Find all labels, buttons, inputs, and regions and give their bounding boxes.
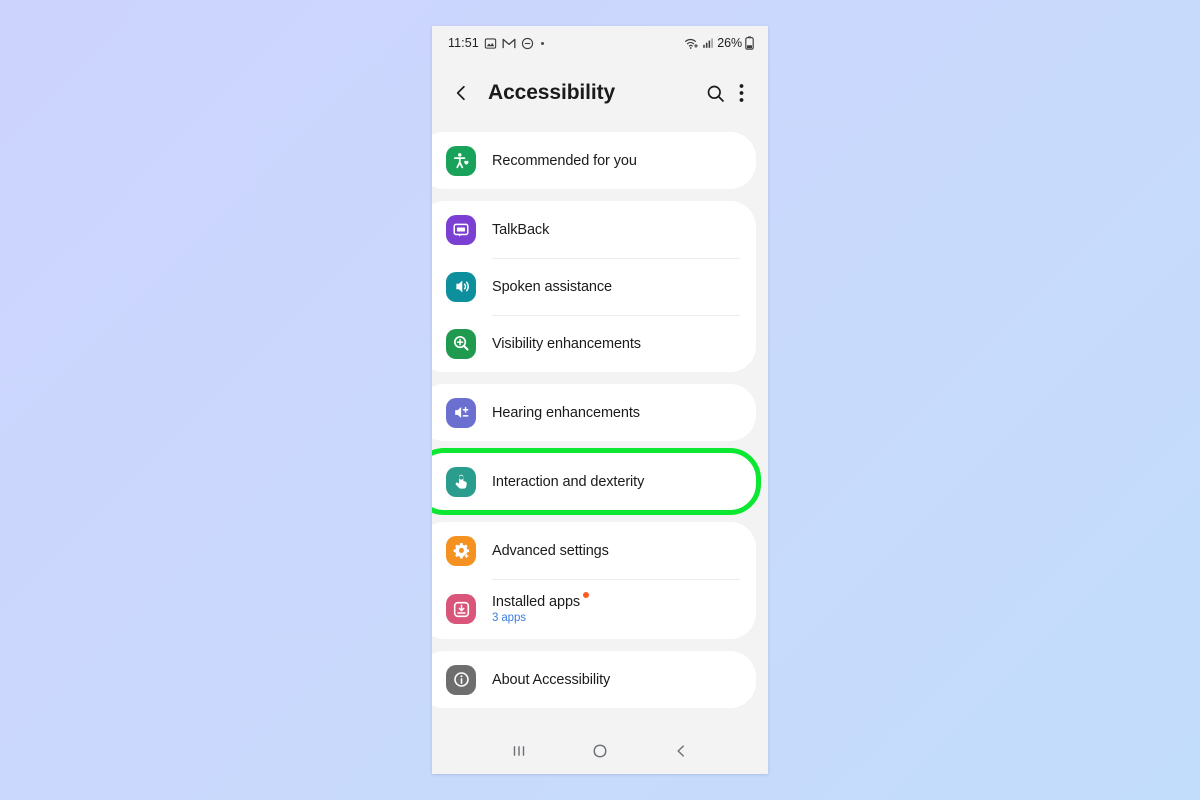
- status-bar: 11:51 26%: [432, 26, 768, 60]
- home-button[interactable]: [580, 736, 620, 766]
- wifi-calling-icon: [685, 38, 699, 49]
- notification-dot-icon: [540, 41, 544, 45]
- list-item-text: Spoken assistance: [492, 279, 612, 295]
- home-icon: [593, 744, 607, 758]
- do-not-disturb-icon: [521, 37, 533, 49]
- battery-icon: [745, 36, 754, 50]
- list-item-label: Recommended for you: [492, 152, 637, 169]
- hand-tap-icon: [446, 466, 476, 497]
- download-box-icon: [446, 594, 476, 624]
- gallery-icon: [484, 37, 497, 49]
- list-item-hearing-enhancements[interactable]: Hearing enhancements: [432, 384, 756, 441]
- back-button[interactable]: [446, 78, 476, 108]
- list-item-label: Interaction and dexterity: [492, 473, 645, 490]
- list-item-about-accessibility[interactable]: About Accessibility: [432, 651, 756, 708]
- settings-group-interaction-highlighted: Interaction and dexterity: [432, 448, 761, 515]
- three-dots-vertical-icon: [739, 84, 743, 102]
- app-bar: Accessibility: [432, 60, 768, 126]
- status-bar-left: 11:51: [448, 36, 544, 50]
- recents-button[interactable]: [499, 736, 539, 766]
- volume-plus-minus-icon: [446, 397, 476, 428]
- list-item-visibility-enhancements[interactable]: Visibility enhancements: [432, 315, 756, 372]
- status-bar-right: 26%: [684, 36, 754, 50]
- list-item-text: Visibility enhancements: [492, 336, 641, 352]
- settings-group-advanced: Advanced settings Installed apps 3 apps: [432, 522, 756, 639]
- settings-group-vision: TalkBack Spoken assistance Visibility en…: [432, 201, 756, 372]
- speech-bubble-icon: [446, 214, 476, 245]
- list-item-recommended-for-you[interactable]: Recommended for you: [432, 132, 756, 189]
- list-item-text: TalkBack: [492, 222, 549, 238]
- magnifier-plus-icon: [446, 328, 476, 359]
- settings-group-about: About Accessibility: [432, 651, 756, 708]
- list-item-text: Recommended for you: [492, 153, 637, 169]
- list-item-label: Hearing enhancements: [492, 404, 640, 421]
- list-item-label: Installed apps: [492, 592, 590, 610]
- list-item-talkback[interactable]: TalkBack: [432, 201, 756, 258]
- list-item-interaction-and-dexterity[interactable]: Interaction and dexterity: [432, 453, 756, 510]
- list-item-label: About Accessibility: [492, 671, 611, 688]
- notification-badge-dot: [583, 592, 590, 598]
- back-nav-button[interactable]: [661, 736, 701, 766]
- settings-group-recommended: Recommended for you: [432, 132, 756, 189]
- back-chevron-icon: [677, 745, 685, 757]
- settings-list: Recommended for you TalkBack Spoken assi…: [432, 132, 768, 724]
- list-item-text: Installed apps 3 apps: [492, 592, 590, 624]
- list-item-label: TalkBack: [492, 221, 550, 238]
- battery-percentage: 26%: [717, 36, 742, 50]
- list-item-installed-apps[interactable]: Installed apps 3 apps: [432, 579, 756, 639]
- signal-bars-icon: [703, 38, 714, 48]
- settings-group-hearing: Hearing enhancements: [432, 384, 756, 441]
- gear-plus-icon: [446, 535, 476, 566]
- navigation-bar: [432, 728, 768, 774]
- list-item-text: Interaction and dexterity: [492, 474, 644, 490]
- list-item-label: Visibility enhancements: [492, 335, 641, 352]
- recents-icon: [513, 746, 524, 756]
- list-item-label: Advanced settings: [492, 542, 609, 559]
- status-bar-clock: 11:51: [448, 36, 479, 50]
- info-circle-icon: [446, 664, 476, 695]
- search-icon: [707, 85, 724, 102]
- gmail-icon: [502, 38, 516, 48]
- list-item-spoken-assistance[interactable]: Spoken assistance: [432, 258, 756, 315]
- list-item-sublabel: 3 apps: [492, 612, 526, 624]
- search-button[interactable]: [700, 78, 730, 108]
- list-item-text: Advanced settings: [492, 543, 609, 559]
- list-item-text: About Accessibility: [492, 672, 610, 688]
- more-options-button[interactable]: [730, 78, 752, 108]
- list-item-advanced-settings[interactable]: Advanced settings: [432, 522, 756, 579]
- list-item-text: Hearing enhancements: [492, 405, 640, 421]
- page-title: Accessibility: [488, 81, 616, 104]
- list-item-label: Spoken assistance: [492, 278, 613, 295]
- accessibility-person-heart-icon: [446, 145, 476, 176]
- phone-screen: 11:51 26% Accessibility Recommended for …: [432, 26, 768, 774]
- speaker-sound-icon: [446, 271, 476, 302]
